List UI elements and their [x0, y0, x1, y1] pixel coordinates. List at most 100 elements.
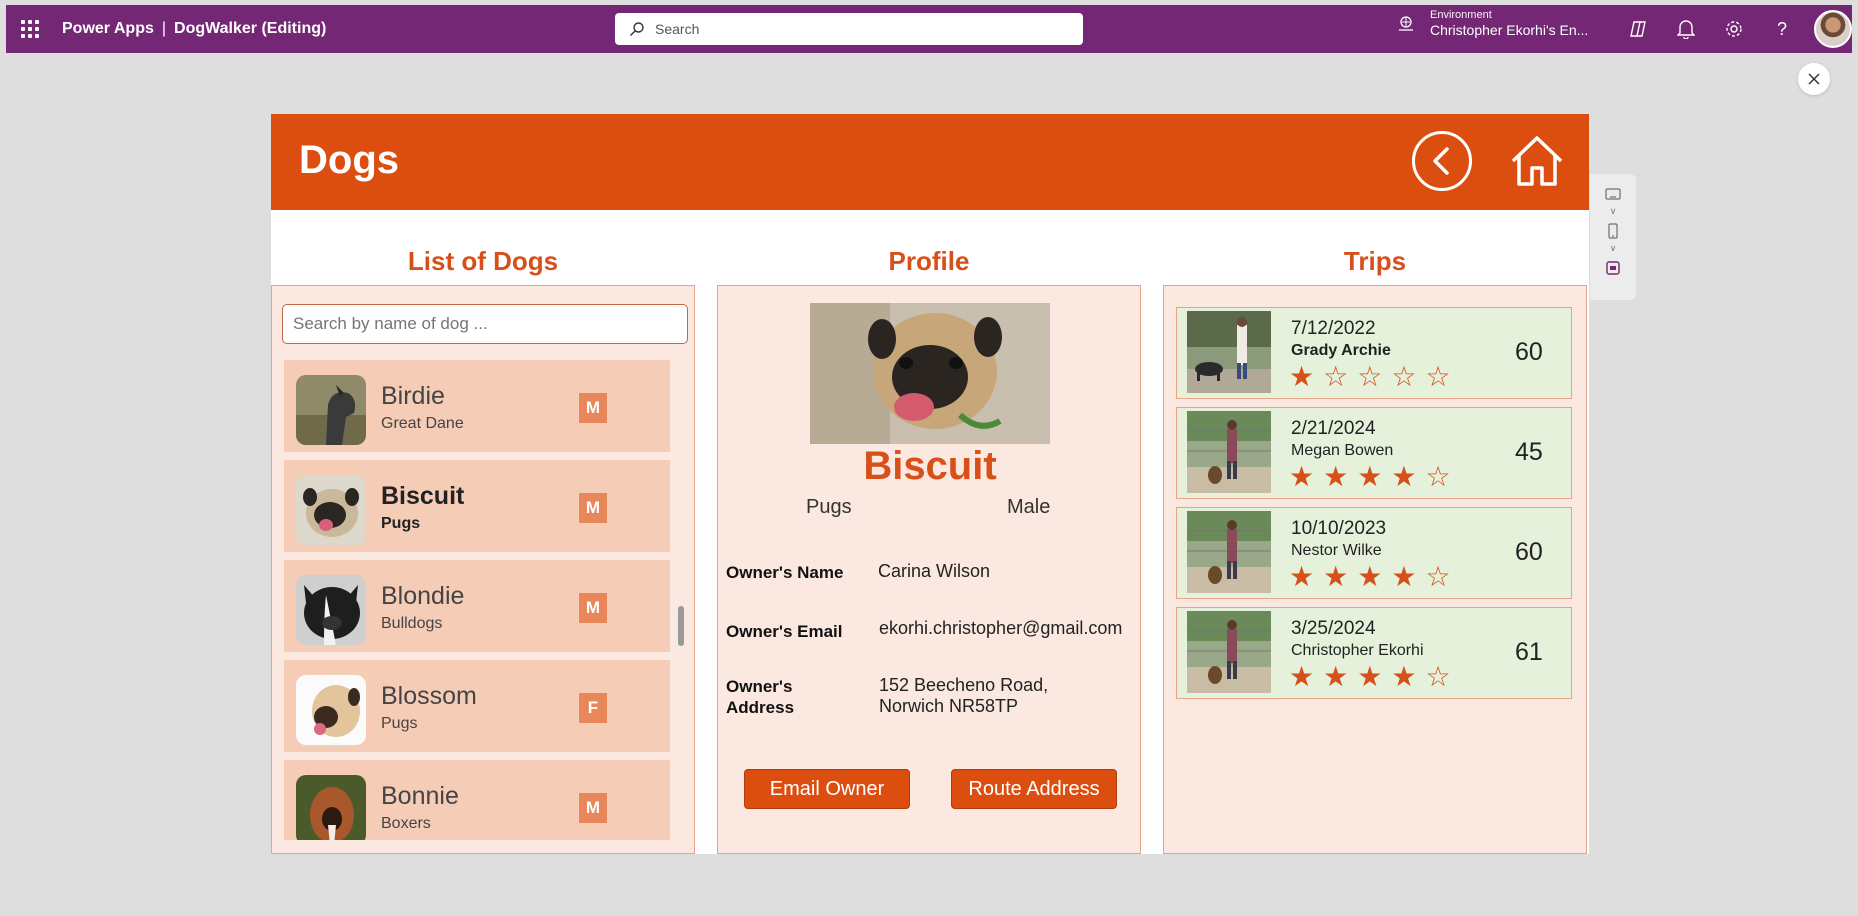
back-button[interactable] — [1412, 131, 1472, 191]
dog-breed: Great Dane — [381, 415, 464, 432]
environment-icon — [1394, 12, 1418, 36]
star-outline-icon: ☆ — [1425, 461, 1460, 492]
trip-list-item[interactable]: 10/10/2023 Nestor Wilke ★★★★☆ 60 — [1176, 507, 1572, 599]
owner-name-label: Owner's Name — [726, 563, 844, 582]
dog-list-item[interactable]: Blossom Pugs F — [284, 660, 670, 752]
star-icon: ★ — [1323, 461, 1358, 492]
route-address-button[interactable]: Route Address — [951, 769, 1117, 809]
trip-walker: Christopher Ekorhi — [1291, 642, 1424, 659]
star-outline-icon: ☆ — [1425, 561, 1460, 592]
dog-name: Birdie — [381, 382, 445, 410]
notifications-icon[interactable] — [1674, 17, 1698, 41]
trips-section-title: Trips — [1343, 246, 1407, 276]
home-icon — [1511, 136, 1563, 186]
dog-list-item[interactable]: Bonnie Boxers M — [284, 760, 670, 840]
copilot-icon[interactable] — [1626, 17, 1650, 41]
dog-list-item[interactable]: Blondie Bulldogs M — [284, 560, 670, 652]
dog-breed: Pugs — [381, 515, 421, 532]
star-icon: ★ — [1289, 361, 1324, 392]
owner-address-value: 152 Beecheno Road, Norwich NR58TP — [879, 675, 1049, 716]
star-icon: ★ — [1357, 661, 1392, 692]
star-outline-icon: ☆ — [1391, 361, 1426, 392]
chevron-down-icon[interactable]: ∨ — [1610, 243, 1617, 254]
sex-badge: F — [579, 693, 607, 723]
owner-name-value: Carina Wilson — [878, 561, 991, 581]
environment-label: Environment — [1430, 9, 1492, 21]
trip-duration: 45 — [1515, 438, 1543, 466]
trip-list-item[interactable]: 3/25/2024 Christopher Ekorhi ★★★★☆ 61 — [1176, 607, 1572, 699]
top-bar: Power Apps | DogWalker (Editing) Search En… — [6, 5, 1852, 53]
dog-list-panel: Birdie Great Dane M Biscuit Pugs M Blond… — [271, 285, 695, 854]
star-rating: ★★★★☆ — [1289, 462, 1460, 492]
dog-gallery[interactable]: Birdie Great Dane M Biscuit Pugs M Blond… — [284, 360, 670, 840]
profile-dog-sex: Male — [1007, 496, 1051, 518]
chevron-down-icon[interactable]: ∨ — [1610, 206, 1617, 217]
dog-breed: Boxers — [381, 815, 431, 832]
star-icon: ★ — [1323, 661, 1358, 692]
sex-badge: M — [579, 593, 607, 623]
trip-date: 2/21/2024 — [1291, 418, 1376, 439]
star-icon: ★ — [1289, 661, 1324, 692]
app-header: Dogs — [271, 114, 1589, 210]
environment-picker[interactable]: Environment Christopher Ekorhi's En... — [1394, 9, 1588, 38]
trip-photo — [1187, 611, 1271, 693]
help-icon[interactable]: ? — [1770, 17, 1794, 41]
profile-panel: Biscuit Pugs Male Owner's Name Carina Wi… — [717, 285, 1141, 854]
owner-email-value: ekorhi.christopher@gmail.com — [879, 618, 1123, 638]
dog-photo — [296, 475, 366, 545]
star-icon: ★ — [1391, 461, 1426, 492]
trip-date: 7/12/2022 — [1291, 318, 1376, 339]
dog-search-input[interactable] — [282, 304, 688, 344]
settings-icon[interactable] — [1722, 17, 1746, 41]
trip-duration: 60 — [1515, 338, 1543, 366]
trip-walker: Nestor Wilke — [1291, 542, 1382, 559]
owner-email-label: Owner's Email — [726, 622, 843, 641]
list-scrollbar[interactable] — [678, 606, 684, 646]
user-avatar[interactable] — [1814, 10, 1852, 48]
star-icon: ★ — [1323, 561, 1358, 592]
star-outline-icon: ☆ — [1357, 361, 1392, 392]
star-icon: ★ — [1357, 561, 1392, 592]
trip-photo — [1187, 311, 1271, 393]
trip-photo — [1187, 411, 1271, 493]
star-outline-icon: ☆ — [1425, 661, 1460, 692]
star-rating: ★☆☆☆☆ — [1289, 362, 1460, 392]
trip-walker: Grady Archie — [1291, 342, 1391, 359]
product-name[interactable]: Power Apps — [62, 20, 154, 37]
trip-list-item[interactable]: 2/21/2024 Megan Bowen ★★★★☆ 45 — [1176, 407, 1572, 499]
list-section-title: List of Dogs — [407, 246, 559, 276]
dog-photo — [296, 575, 366, 645]
phone-view-icon[interactable] — [1603, 223, 1623, 239]
trips-panel: 7/12/2022 Grady Archie ★☆☆☆☆ 60 2/21/202… — [1163, 285, 1587, 854]
sex-badge: M — [579, 793, 607, 823]
sex-badge: M — [579, 393, 607, 423]
star-icon: ★ — [1391, 561, 1426, 592]
dog-name: Biscuit — [381, 482, 465, 510]
dog-list-item[interactable]: Birdie Great Dane M — [284, 360, 670, 452]
page-title: Dogs — [299, 138, 399, 182]
fit-to-window-icon[interactable] — [1603, 260, 1623, 276]
app-launcher-icon[interactable] — [6, 5, 54, 53]
app-title: Power Apps | DogWalker (Editing) — [62, 20, 327, 37]
dog-breed: Pugs — [381, 715, 418, 732]
trip-list-item[interactable]: 7/12/2022 Grady Archie ★☆☆☆☆ 60 — [1176, 307, 1572, 399]
dog-photo — [296, 775, 366, 840]
home-button[interactable] — [1509, 134, 1565, 190]
star-rating: ★★★★☆ — [1289, 562, 1460, 592]
back-arrow-icon — [1433, 147, 1449, 175]
document-name: DogWalker (Editing) — [174, 20, 327, 37]
tablet-view-icon[interactable] — [1603, 186, 1623, 202]
app-canvas: Dogs List of Dogs Profile Trips Birdie G… — [271, 114, 1589, 854]
dog-list-item-selected[interactable]: Biscuit Pugs M — [284, 460, 670, 552]
email-owner-button[interactable]: Email Owner — [744, 769, 910, 809]
close-preview-button[interactable] — [1798, 63, 1830, 95]
search-icon — [630, 22, 644, 36]
dog-name: Blossom — [381, 682, 477, 710]
sex-badge: M — [579, 493, 607, 523]
global-search-input[interactable]: Search — [615, 13, 1083, 45]
trip-duration: 61 — [1515, 638, 1543, 666]
dog-name: Bonnie — [381, 782, 459, 810]
star-icon: ★ — [1289, 461, 1324, 492]
search-placeholder: Search — [655, 21, 700, 37]
dog-photo — [296, 375, 366, 445]
